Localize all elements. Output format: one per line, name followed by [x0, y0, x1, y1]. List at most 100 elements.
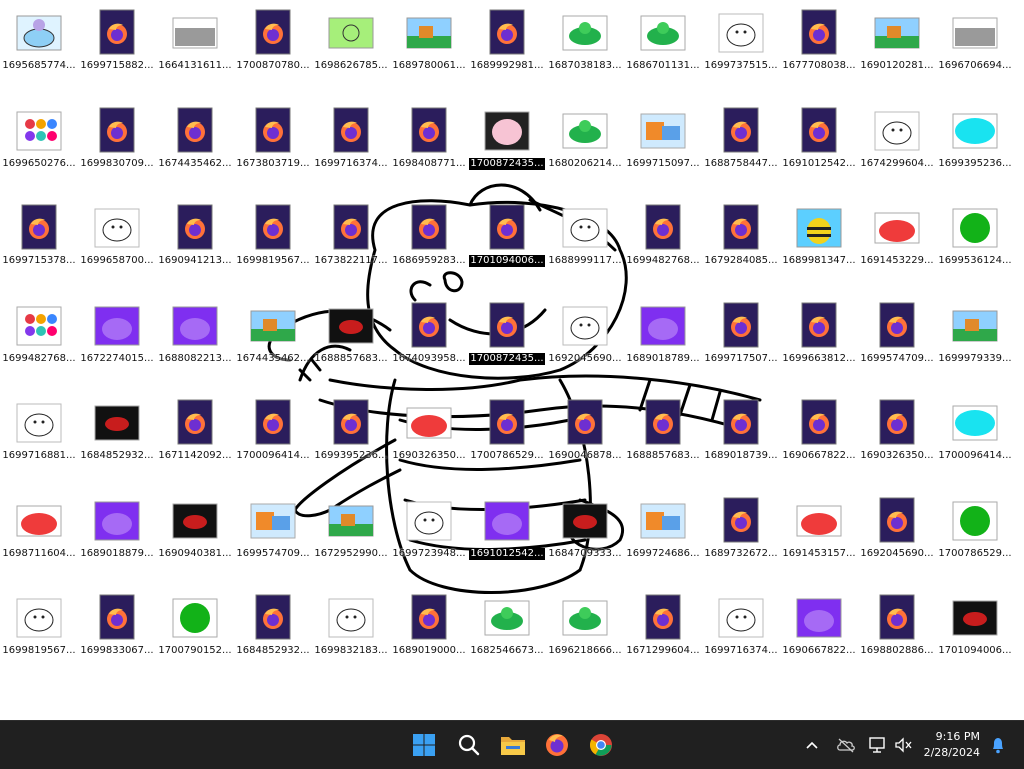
onedrive-tray-button[interactable]: [834, 733, 858, 757]
desktop-file-icon[interactable]: 1690667822...: [780, 396, 858, 493]
desktop-file-icon[interactable]: 1691453229...: [858, 201, 936, 298]
desktop-file-icon[interactable]: 1699830709...: [78, 104, 156, 201]
desktop-file-icon[interactable]: 1689018879...: [78, 494, 156, 591]
desktop-file-icon[interactable]: 1691453157...: [780, 494, 858, 591]
desktop-file-icon[interactable]: 1699536124...: [936, 201, 1014, 298]
desktop-file-icon[interactable]: 1672952990...: [312, 494, 390, 591]
desktop-file-icon[interactable]: 1700096414...: [936, 396, 1014, 493]
desktop-file-icon[interactable]: 1696218666...: [546, 591, 624, 688]
desktop-file-icon[interactable]: 1699724686...: [624, 494, 702, 591]
desktop-file-icon[interactable]: 1691012542...: [780, 104, 858, 201]
desktop-file-icon[interactable]: 1699716374...: [702, 591, 780, 688]
desktop-file-icon[interactable]: 1689019000...: [390, 591, 468, 688]
desktop-file-icon[interactable]: 1690941213...: [156, 201, 234, 298]
desktop-file-icon[interactable]: 1695685774...: [0, 6, 78, 103]
desktop-file-icon[interactable]: 1700870780...: [234, 6, 312, 103]
desktop-file-icon[interactable]: 1690940381...: [156, 494, 234, 591]
desktop-file-icon[interactable]: 1692045690...: [546, 299, 624, 396]
desktop-file-icon[interactable]: 1688999117...: [546, 201, 624, 298]
desktop-file-icon[interactable]: 1699737515...: [702, 6, 780, 103]
desktop-file-icon[interactable]: 1686701131...: [624, 6, 702, 103]
search-button[interactable]: [451, 727, 487, 763]
desktop-file-icon[interactable]: 1677708038...: [780, 6, 858, 103]
desktop-file-icon[interactable]: 1690046878...: [546, 396, 624, 493]
desktop-file-icon[interactable]: 1700096414...: [234, 396, 312, 493]
desktop-file-icon[interactable]: 1674435462...: [234, 299, 312, 396]
desktop-file-icon[interactable]: 1699574709...: [234, 494, 312, 591]
desktop-file-icon[interactable]: 1699715378...: [0, 201, 78, 298]
desktop-file-icon[interactable]: 1699979339...: [936, 299, 1014, 396]
desktop-file-icon[interactable]: 1699819567...: [0, 591, 78, 688]
desktop-file-icon[interactable]: 1689018789...: [624, 299, 702, 396]
desktop-file-icon[interactable]: 1699716881...: [0, 396, 78, 493]
desktop-file-icon[interactable]: 1699658700...: [78, 201, 156, 298]
desktop-file-icon[interactable]: 1688758447...: [702, 104, 780, 201]
desktop-file-icon[interactable]: 1680206214...: [546, 104, 624, 201]
desktop-file-icon[interactable]: 1671142092...: [156, 396, 234, 493]
desktop-file-icon[interactable]: 1687038183...: [546, 6, 624, 103]
desktop-file-icon[interactable]: 1698408771...: [390, 104, 468, 201]
desktop-file-icon[interactable]: 1699715882...: [78, 6, 156, 103]
desktop-file-icon[interactable]: 1698711604...: [0, 494, 78, 591]
desktop-file-icon[interactable]: 1692045690...: [858, 494, 936, 591]
start-button[interactable]: [406, 727, 442, 763]
desktop-file-icon[interactable]: 1699395236...: [936, 104, 1014, 201]
desktop-file-icon[interactable]: 1700786529...: [936, 494, 1014, 591]
desktop-file-icon[interactable]: 1689981347...: [780, 201, 858, 298]
desktop-file-icon[interactable]: 1700872435...: [468, 299, 546, 396]
desktop-file-icon[interactable]: 1700872435...: [468, 104, 546, 201]
desktop-file-icon[interactable]: 1673803719...: [234, 104, 312, 201]
desktop-file-icon[interactable]: 1689992981...: [468, 6, 546, 103]
desktop-file-icon[interactable]: 1699395236...: [312, 396, 390, 493]
desktop-file-icon[interactable]: 1700786529...: [468, 396, 546, 493]
desktop-file-icon[interactable]: 1699482768...: [624, 201, 702, 298]
desktop-file-icon[interactable]: 1700790152...: [156, 591, 234, 688]
desktop-file-icon[interactable]: 1672274015...: [78, 299, 156, 396]
taskbar-clock[interactable]: 9:16 PM 2/28/2024: [900, 729, 980, 761]
desktop-file-icon[interactable]: 1691012542...: [468, 494, 546, 591]
desktop-file-icon[interactable]: 1699716374...: [312, 104, 390, 201]
show-hidden-icons-button[interactable]: [800, 733, 824, 757]
network-tray-button[interactable]: [866, 733, 890, 757]
desktop-file-icon[interactable]: 1689018739...: [702, 396, 780, 493]
desktop-file-icon[interactable]: 1699650276...: [0, 104, 78, 201]
desktop-file-icon[interactable]: 1699832183...: [312, 591, 390, 688]
desktop-file-icon[interactable]: 1690326350...: [858, 396, 936, 493]
desktop-file-icon[interactable]: 1699574709...: [858, 299, 936, 396]
desktop-file-icon[interactable]: 1698802886...: [858, 591, 936, 688]
desktop-file-icon[interactable]: 1674435462...: [156, 104, 234, 201]
desktop-file-icon[interactable]: 1701094006...: [936, 591, 1014, 688]
desktop-file-icon[interactable]: 1699715097...: [624, 104, 702, 201]
desktop-file-icon[interactable]: 1688857683...: [624, 396, 702, 493]
desktop-file-icon[interactable]: 1690667822...: [780, 591, 858, 688]
desktop-file-icon[interactable]: 1699482768...: [0, 299, 78, 396]
desktop-file-icon[interactable]: 1696706694...: [936, 6, 1014, 103]
desktop-file-icon[interactable]: 1682546673...: [468, 591, 546, 688]
file-explorer-button[interactable]: [495, 727, 531, 763]
desktop-file-icon[interactable]: 1664131611...: [156, 6, 234, 103]
desktop-file-icon[interactable]: 1699833067...: [78, 591, 156, 688]
desktop-file-icon[interactable]: 1689732672...: [702, 494, 780, 591]
desktop-file-icon[interactable]: 1684709333...: [546, 494, 624, 591]
desktop-file-icon[interactable]: 1699723948...: [390, 494, 468, 591]
desktop-file-icon[interactable]: 1690326350...: [390, 396, 468, 493]
chrome-button[interactable]: [583, 727, 619, 763]
desktop-file-icon[interactable]: 1698626785...: [312, 6, 390, 103]
desktop-file-icon[interactable]: 1684852932...: [234, 591, 312, 688]
desktop-file-icon[interactable]: 1699717507...: [702, 299, 780, 396]
desktop-file-icon[interactable]: 1701094006...: [468, 201, 546, 298]
desktop-file-icon[interactable]: 1688857683...: [312, 299, 390, 396]
desktop-file-icon[interactable]: 1690120281...: [858, 6, 936, 103]
firefox-button[interactable]: [539, 727, 575, 763]
desktop-file-icon[interactable]: 1674093958...: [390, 299, 468, 396]
desktop-file-icon[interactable]: 1689780061...: [390, 6, 468, 103]
desktop-file-icon[interactable]: 1699663812...: [780, 299, 858, 396]
desktop-file-icon[interactable]: 1671299604...: [624, 591, 702, 688]
desktop-file-icon[interactable]: 1686959283...: [390, 201, 468, 298]
desktop-file-icon[interactable]: 1688082213...: [156, 299, 234, 396]
notifications-button[interactable]: [986, 733, 1010, 757]
desktop-file-icon[interactable]: 1684852932...: [78, 396, 156, 493]
desktop-file-icon[interactable]: 1699819567...: [234, 201, 312, 298]
desktop-file-icon[interactable]: 1674299604...: [858, 104, 936, 201]
desktop-file-icon[interactable]: 1673822117...: [312, 201, 390, 298]
